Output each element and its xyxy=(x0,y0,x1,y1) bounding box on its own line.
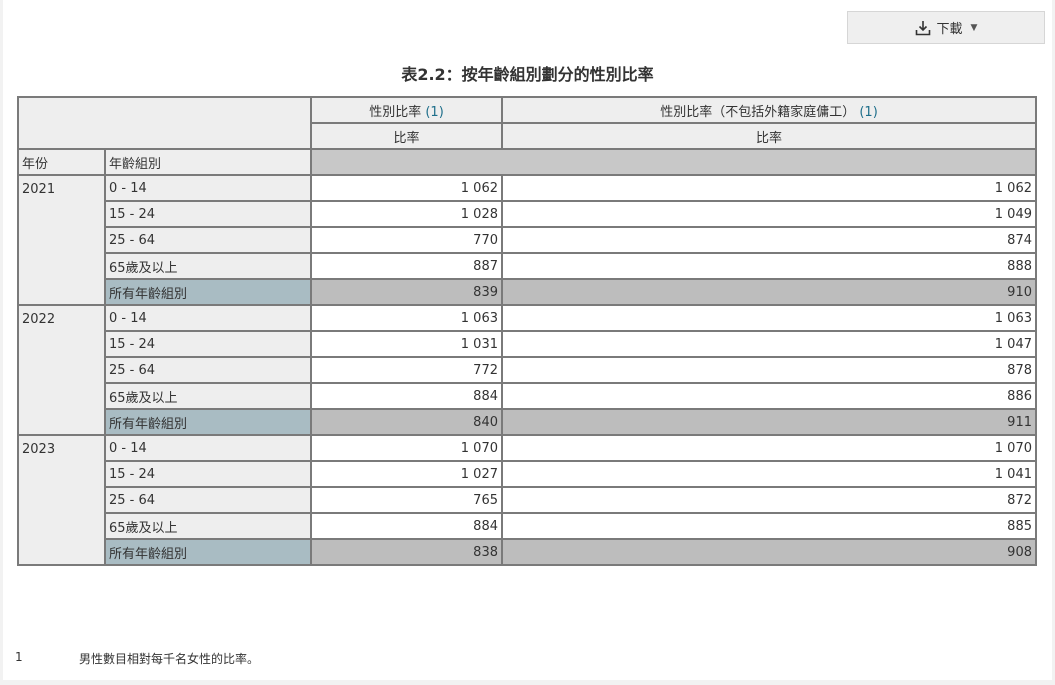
value-cell: 765 xyxy=(310,486,503,514)
column-header-sex-ratio: 性別比率 (1) xyxy=(310,96,503,124)
table-row: 15 - 24 1 027 1 041 xyxy=(18,460,1037,488)
value-cell: 878 xyxy=(501,356,1037,384)
value-cell: 886 xyxy=(501,382,1037,410)
total-value-cell: 908 xyxy=(501,538,1037,566)
header-row-1: 性別比率 (1) 性別比率（不包括外籍家庭傭工） (1) xyxy=(17,96,1037,150)
table-row: 2022 0 - 14 1 063 1 063 xyxy=(17,304,1037,436)
value-cell: 1 062 xyxy=(310,174,503,202)
header-band xyxy=(310,148,1037,176)
value-cell: 1 062 xyxy=(501,174,1037,202)
value-cell: 1 031 xyxy=(310,330,503,358)
value-cell: 772 xyxy=(310,356,503,384)
value-cell: 872 xyxy=(501,486,1037,514)
row-header-year: 年份 xyxy=(17,148,106,176)
value-cell: 884 xyxy=(310,512,503,540)
age-group-cell: 15 - 24 xyxy=(104,460,312,488)
column-subheader: 比率 xyxy=(501,122,1037,150)
age-group-cell: 65歲及以上 xyxy=(104,382,312,410)
age-group-cell: 65歲及以上 xyxy=(104,512,312,540)
footnote-ref[interactable]: (1) xyxy=(425,105,443,120)
age-group-cell: 所有年齡組別 xyxy=(104,408,312,436)
table-row: 65歲及以上 884 886 xyxy=(18,382,1037,410)
year-cell: 2022 xyxy=(17,304,106,436)
download-label: 下載 xyxy=(936,22,963,37)
value-cell: 1 027 xyxy=(310,460,503,488)
column-header-sex-ratio-excl-fdh: 性別比率（不包括外籍家庭傭工） (1) xyxy=(501,96,1037,124)
column-label: 性別比率（不包括外籍家庭傭工） xyxy=(660,104,856,120)
age-group-cell: 25 - 64 xyxy=(104,226,312,254)
table-row: 25 - 64 770 874 xyxy=(18,226,1037,254)
year-cell: 2021 xyxy=(17,174,106,306)
value-cell: 888 xyxy=(501,252,1037,280)
column-subheader: 比率 xyxy=(310,122,503,150)
value-cell: 770 xyxy=(310,226,503,254)
table-row: 2023 0 - 14 1 070 1 070 xyxy=(17,434,1037,566)
table-row: 2021 0 - 14 1 062 1 062 xyxy=(17,174,1037,306)
age-group-cell: 65歲及以上 xyxy=(104,252,312,280)
age-group-cell: 25 - 64 xyxy=(104,356,312,384)
table-row: 65歲及以上 884 885 xyxy=(18,512,1037,540)
age-group-cell: 25 - 64 xyxy=(104,486,312,514)
table-row: 15 - 24 1 031 1 047 xyxy=(18,330,1037,358)
column-label: 性別比率 xyxy=(369,104,422,120)
total-value-cell: 838 xyxy=(310,538,503,566)
age-group-cell: 所有年齡組別 xyxy=(104,538,312,566)
header-corner xyxy=(17,96,312,150)
value-cell: 1 047 xyxy=(501,330,1037,358)
footnote-ref[interactable]: (1) xyxy=(859,105,877,120)
data-table: 性別比率 (1) 性別比率（不包括外籍家庭傭工） (1) 比率 比率 年份 年齡… xyxy=(17,96,1037,566)
age-group-cell: 所有年齡組別 xyxy=(104,278,312,306)
value-cell: 1 049 xyxy=(501,200,1037,228)
age-group-cell: 15 - 24 xyxy=(104,200,312,228)
header-row-3: 年份 年齡組別 xyxy=(17,148,1037,176)
value-cell: 1 041 xyxy=(501,460,1037,488)
value-cell: 885 xyxy=(501,512,1037,540)
table-row: 25 - 64 765 872 xyxy=(18,486,1037,514)
table-panel: 下載 ▼ 表2.2：按年齡組別劃分的性別比率 性別比率 (1) 性別比率（不包括… xyxy=(3,0,1052,680)
age-group-cell: 0 - 14 xyxy=(104,304,312,332)
value-cell: 1 063 xyxy=(501,304,1037,332)
value-cell: 1 070 xyxy=(501,434,1037,462)
total-value-cell: 839 xyxy=(310,278,503,306)
download-button[interactable]: 下載 ▼ xyxy=(847,11,1045,44)
value-cell: 1 063 xyxy=(310,304,503,332)
caret-down-icon: ▼ xyxy=(970,22,978,33)
download-icon xyxy=(915,20,931,36)
total-row: 所有年齡組別 838 908 xyxy=(18,538,1037,566)
value-cell: 1 070 xyxy=(310,434,503,462)
age-group-cell: 0 - 14 xyxy=(104,434,312,462)
table-row: 65歲及以上 887 888 xyxy=(18,252,1037,280)
age-group-cell: 15 - 24 xyxy=(104,330,312,358)
table-row: 15 - 24 1 028 1 049 xyxy=(18,200,1037,228)
total-row: 所有年齡組別 840 911 xyxy=(18,408,1037,436)
footnote-number: 1 xyxy=(15,650,23,664)
table-title: 表2.2：按年齡組別劃分的性別比率 xyxy=(401,65,654,84)
value-cell: 887 xyxy=(310,252,503,280)
total-row: 所有年齡組別 839 910 xyxy=(18,278,1037,306)
total-value-cell: 910 xyxy=(501,278,1037,306)
row-header-age-group: 年齡組別 xyxy=(104,148,312,176)
total-value-cell: 840 xyxy=(310,408,503,436)
age-group-cell: 0 - 14 xyxy=(104,174,312,202)
table-row: 25 - 64 772 878 xyxy=(18,356,1037,384)
total-value-cell: 911 xyxy=(501,408,1037,436)
footnote-text: 男性數目相對每千名女性的比率。 xyxy=(79,652,260,666)
value-cell: 874 xyxy=(501,226,1037,254)
value-cell: 884 xyxy=(310,382,503,410)
year-cell: 2023 xyxy=(17,434,106,566)
value-cell: 1 028 xyxy=(310,200,503,228)
